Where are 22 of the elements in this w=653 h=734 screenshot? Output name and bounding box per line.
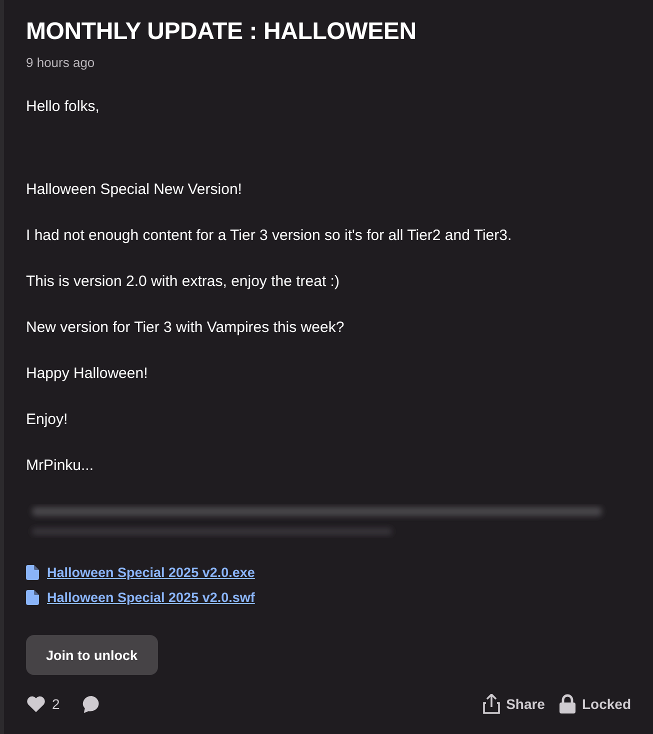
locked-button[interactable]: Locked: [558, 694, 631, 714]
post-title: MONTHLY UPDATE : HALLOWEEN: [26, 18, 418, 46]
attachment-link[interactable]: Halloween Special 2025 v2.0.exe: [47, 565, 255, 580]
lock-icon: [558, 694, 576, 714]
join-button[interactable]: Join to unlock: [26, 635, 158, 675]
file-icon: [26, 590, 39, 605]
share-icon: [483, 694, 500, 714]
greeting: Hello folks,: [26, 97, 100, 116]
paragraph: I had not enough content for a Tier 3 version so it's for all Tier2 and Tier3.: [26, 226, 512, 245]
paragraph: MrPinku...: [26, 456, 94, 475]
share-button[interactable]: Share: [483, 694, 545, 714]
attachment-link[interactable]: Halloween Special 2025 v2.0.swf: [47, 590, 255, 605]
paragraph: Halloween Special New Version!: [26, 180, 242, 199]
file-icon: [26, 565, 39, 580]
paragraph: This is version 2.0 with extras, enjoy the treat :): [26, 272, 340, 291]
paragraph: Enjoy!: [26, 410, 68, 429]
heart-icon[interactable]: [26, 695, 46, 713]
comment-icon[interactable]: [82, 694, 101, 714]
like-count: 2: [52, 696, 60, 712]
post-time: 9 hours ago: [26, 55, 96, 70]
paragraph: New version for Tier 3 with Vampires this week?: [26, 318, 344, 337]
paragraph: Happy Halloween!: [26, 364, 148, 383]
